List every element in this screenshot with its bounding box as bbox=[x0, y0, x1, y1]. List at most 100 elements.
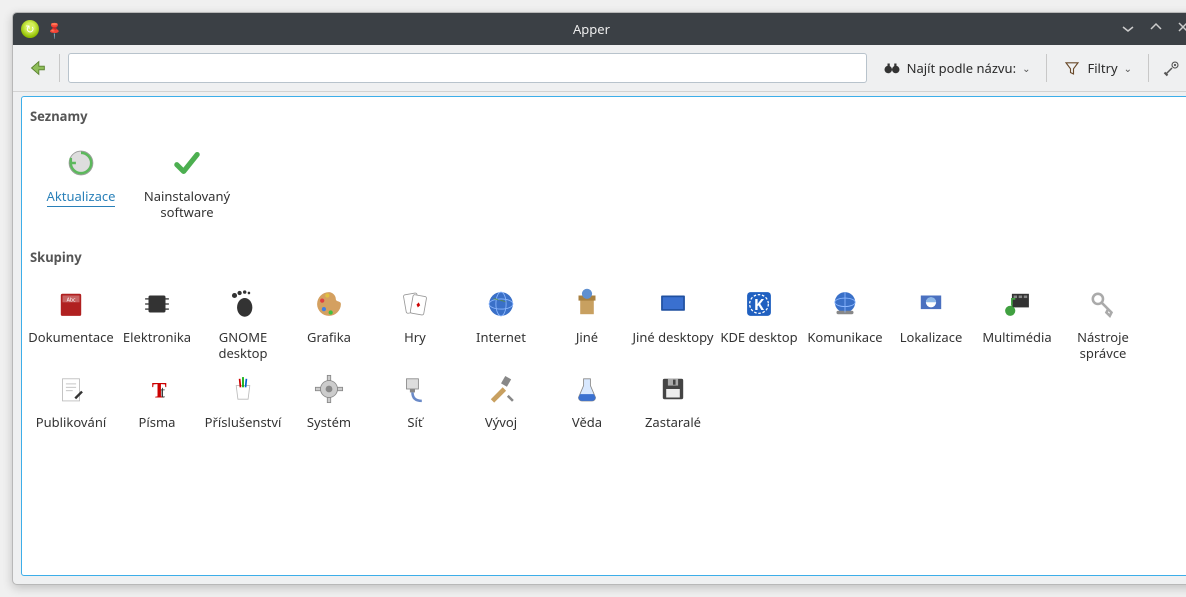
item-label: Jiné desktopy bbox=[632, 330, 713, 346]
groups-section-title: Skupiny bbox=[28, 244, 1182, 274]
refresh-gear-icon bbox=[61, 143, 101, 183]
group-item-other[interactable]: Jiné bbox=[544, 280, 630, 365]
item-label: Příslušenství bbox=[205, 415, 282, 431]
gnome-foot-icon bbox=[223, 284, 263, 324]
back-button[interactable] bbox=[23, 56, 51, 80]
chip-icon bbox=[137, 284, 177, 324]
item-label: KDE desktop bbox=[720, 330, 797, 346]
item-label: Systém bbox=[307, 415, 351, 431]
item-label: Zastaralé bbox=[645, 415, 701, 431]
group-item-games[interactable]: ♦ Hry bbox=[372, 280, 458, 365]
gear-icon bbox=[309, 369, 349, 409]
search-by-label: Najít podle názvu: bbox=[907, 59, 1016, 77]
maximize-button[interactable] bbox=[1149, 20, 1163, 38]
flag-icon bbox=[911, 284, 951, 324]
pin-icon[interactable]: 📌 bbox=[43, 18, 66, 41]
search-by-dropdown[interactable]: Najít podle názvu: ⌄ bbox=[875, 55, 1039, 81]
group-item-admin-tools[interactable]: Nástroje správce bbox=[1060, 280, 1146, 365]
minimize-button[interactable] bbox=[1121, 20, 1135, 38]
app-window: 📌 Apper Najít podle názvu: ⌄ bbox=[12, 12, 1186, 585]
multimedia-icon bbox=[997, 284, 1037, 324]
window-controls bbox=[1121, 20, 1186, 38]
svg-text:Abc: Abc bbox=[67, 298, 76, 304]
item-label: Aktualizace bbox=[47, 189, 116, 207]
group-item-internet[interactable]: Internet bbox=[458, 280, 544, 365]
group-item-gnome[interactable]: GNOME desktop bbox=[200, 280, 286, 365]
ethernet-icon bbox=[395, 369, 435, 409]
item-label: Dokumentace bbox=[28, 330, 113, 346]
item-label: Vývoj bbox=[485, 415, 517, 431]
item-label: Grafika bbox=[307, 330, 351, 346]
item-label: Nástroje správce bbox=[1062, 330, 1144, 361]
item-label: Publikování bbox=[36, 415, 106, 431]
toolbar-divider bbox=[59, 54, 60, 82]
funnel-icon bbox=[1063, 59, 1081, 77]
toolbar: Najít podle názvu: ⌄ Filtry ⌄ bbox=[13, 45, 1186, 92]
item-label: Síť bbox=[407, 415, 422, 431]
group-item-publishing[interactable]: Publikování bbox=[28, 365, 114, 435]
group-item-science[interactable]: Věda bbox=[544, 365, 630, 435]
close-button[interactable] bbox=[1177, 20, 1186, 38]
binoculars-icon bbox=[883, 59, 901, 77]
group-item-graphics[interactable]: Grafika bbox=[286, 280, 372, 365]
lists-section-title: Seznamy bbox=[28, 103, 1182, 133]
group-item-communication[interactable]: Komunikace bbox=[802, 280, 888, 365]
item-label: Elektronika bbox=[123, 330, 191, 346]
group-item-development[interactable]: Vývoj bbox=[458, 365, 544, 435]
search-input[interactable] bbox=[68, 53, 867, 83]
checkmark-icon bbox=[167, 143, 207, 183]
group-item-legacy[interactable]: Zastaralé bbox=[630, 365, 716, 435]
toolbar-divider bbox=[1148, 54, 1149, 82]
item-label: Hry bbox=[404, 330, 426, 346]
dictionary-icon: Abc bbox=[51, 284, 91, 324]
group-item-kde[interactable]: K KDE desktop bbox=[716, 280, 802, 365]
group-item-electronics[interactable]: Elektronika bbox=[114, 280, 200, 365]
chevron-down-icon: ⌄ bbox=[1124, 61, 1132, 75]
globe-net-icon bbox=[825, 284, 865, 324]
item-label: Komunikace bbox=[807, 330, 882, 346]
floppy-icon bbox=[653, 369, 693, 409]
svg-text:t: t bbox=[160, 383, 165, 402]
package-icon bbox=[567, 284, 607, 324]
content-area: Seznamy Aktualizace Nainstalovaný softwa… bbox=[21, 96, 1186, 576]
item-label: Internet bbox=[476, 330, 526, 346]
settings-button[interactable] bbox=[1157, 55, 1186, 81]
cup-tools-icon bbox=[223, 369, 263, 409]
group-item-localization[interactable]: Lokalizace bbox=[888, 280, 974, 365]
globe-icon bbox=[481, 284, 521, 324]
document-pen-icon bbox=[51, 369, 91, 409]
group-item-system[interactable]: Systém bbox=[286, 365, 372, 435]
group-item-other-desktops[interactable]: Jiné desktopy bbox=[630, 280, 716, 365]
toolbar-divider bbox=[1046, 54, 1047, 82]
item-label: Jiné bbox=[576, 330, 598, 346]
flask-icon bbox=[567, 369, 607, 409]
item-label: Lokalizace bbox=[900, 330, 963, 346]
group-item-multimedia[interactable]: Multimédia bbox=[974, 280, 1060, 365]
groups-items: Abc Dokumentace Elektronika GNOME deskto… bbox=[28, 274, 1182, 455]
filters-label: Filtry bbox=[1087, 59, 1117, 77]
group-item-fonts[interactable]: Tt Písma bbox=[114, 365, 200, 435]
wrench-gear-icon bbox=[1163, 59, 1181, 77]
group-item-network[interactable]: Síť bbox=[372, 365, 458, 435]
filters-dropdown[interactable]: Filtry ⌄ bbox=[1055, 55, 1140, 81]
window-title: Apper bbox=[70, 20, 1113, 38]
list-item-updates[interactable]: Aktualizace bbox=[28, 139, 134, 224]
palette-icon bbox=[309, 284, 349, 324]
app-icon bbox=[21, 20, 39, 38]
cards-icon: ♦ bbox=[395, 284, 435, 324]
desktop-icon bbox=[653, 284, 693, 324]
item-label: GNOME desktop bbox=[202, 330, 284, 361]
item-label: Písma bbox=[139, 415, 176, 431]
font-icon: Tt bbox=[137, 369, 177, 409]
list-item-installed[interactable]: Nainstalovaný software bbox=[134, 139, 240, 224]
item-label: Věda bbox=[572, 415, 602, 431]
item-label: Nainstalovaný software bbox=[136, 189, 238, 220]
group-item-documentation[interactable]: Abc Dokumentace bbox=[28, 280, 114, 365]
hammer-wrench-icon bbox=[481, 369, 521, 409]
item-label: Multimédia bbox=[982, 330, 1051, 346]
group-item-accessories[interactable]: Příslušenství bbox=[200, 365, 286, 435]
titlebar: 📌 Apper bbox=[13, 13, 1186, 45]
chevron-down-icon: ⌄ bbox=[1022, 61, 1030, 75]
kde-logo-icon: K bbox=[739, 284, 779, 324]
keys-icon bbox=[1083, 284, 1123, 324]
